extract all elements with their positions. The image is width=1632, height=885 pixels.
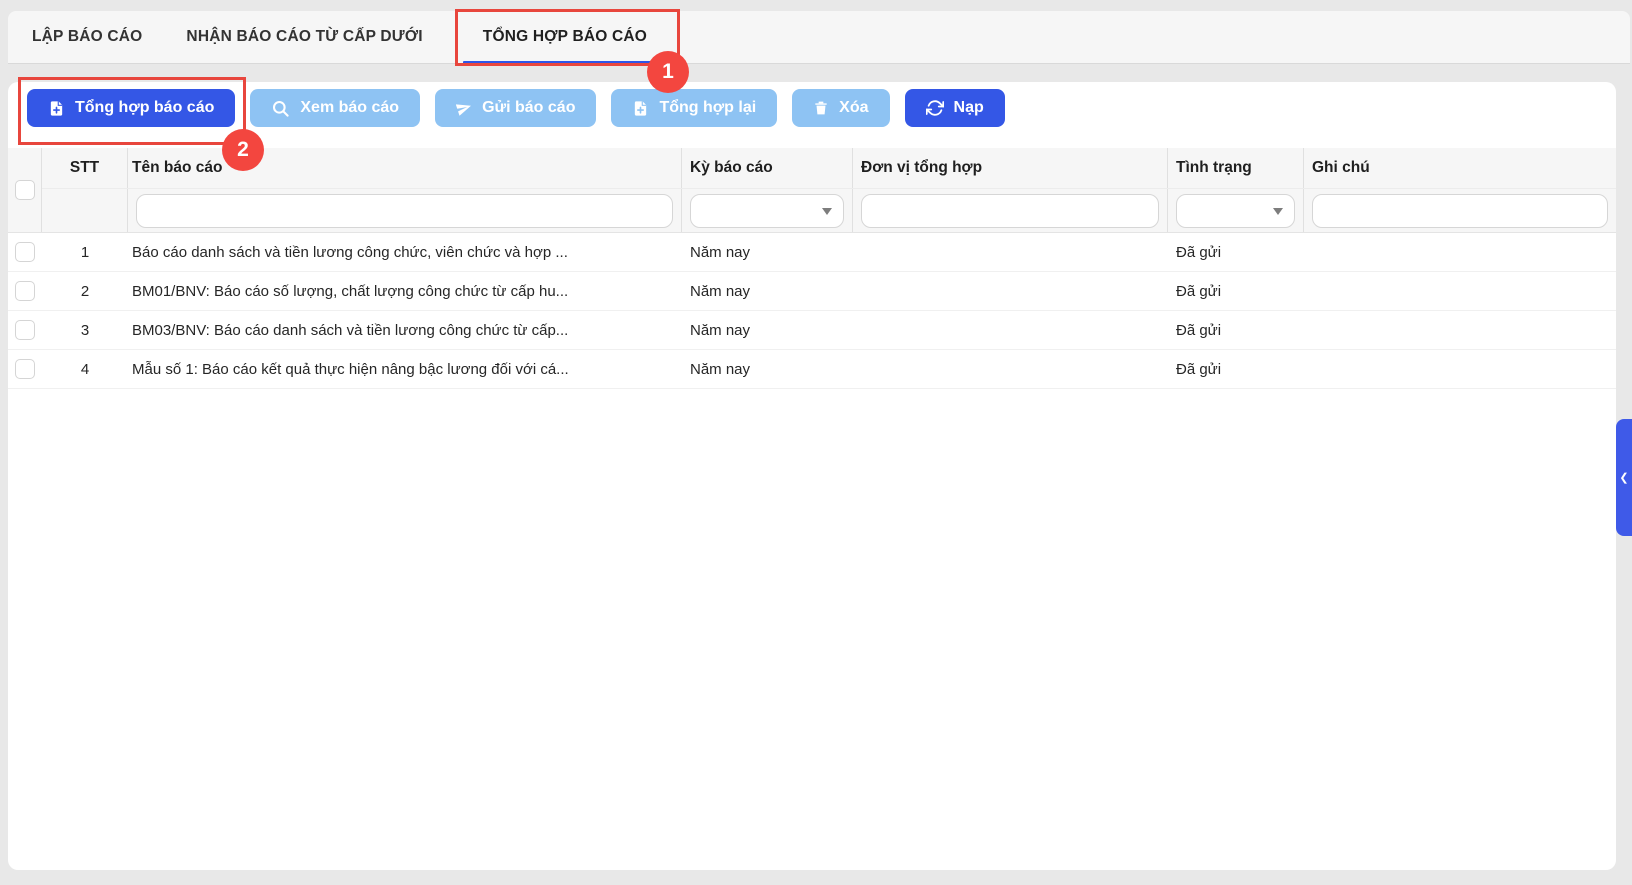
main-panel: Tổng hợp báo cáo Xem báo cáo Gửi báo cáo…: [8, 82, 1616, 870]
xem-bao-cao-button[interactable]: Xem báo cáo: [250, 89, 420, 127]
row-checkbox[interactable]: [15, 242, 35, 262]
note-filter-input[interactable]: [1312, 194, 1608, 228]
side-panel-collapse-handle[interactable]: ❮: [1616, 419, 1632, 536]
filter-cell-stt: [42, 189, 128, 232]
table-row[interactable]: 3 BM03/BNV: Báo cáo danh sách và tiền lư…: [8, 311, 1616, 350]
cell-name: BM03/BNV: Báo cáo danh sách và tiền lươn…: [128, 322, 682, 339]
cell-stt: 2: [42, 283, 128, 300]
button-label: Gửi báo cáo: [482, 99, 575, 117]
nap-button[interactable]: Nạp: [905, 89, 1005, 127]
column-header-stt: STT: [42, 148, 128, 188]
cell-status: Đã gửi: [1168, 244, 1304, 261]
send-icon: [456, 100, 472, 116]
filter-row: [42, 189, 1616, 232]
cell-period: Năm nay: [682, 283, 853, 300]
select-all-checkbox[interactable]: [15, 180, 35, 200]
column-header-status: Tình trạng: [1168, 148, 1304, 188]
file-plus-icon: [632, 100, 649, 117]
button-label: Xem báo cáo: [300, 99, 399, 117]
table-row[interactable]: 2 BM01/BNV: Báo cáo số lượng, chất lượng…: [8, 272, 1616, 311]
trash-icon: [813, 100, 829, 116]
tab-nhan-bao-cao-tu-cap-duoi[interactable]: NHẬN BÁO CÁO TỪ CẤP DƯỚI: [164, 11, 444, 63]
cell-status: Đã gửi: [1168, 283, 1304, 300]
tong-hop-lai-button[interactable]: Tổng hợp lại: [611, 89, 777, 127]
button-label: Xóa: [839, 99, 868, 117]
table-row[interactable]: 1 Báo cáo danh sách và tiền lương công c…: [8, 233, 1616, 272]
cell-status: Đã gửi: [1168, 322, 1304, 339]
column-header-unit: Đơn vị tổng hợp: [853, 148, 1168, 188]
filter-cell-unit: [853, 189, 1168, 232]
toolbar: Tổng hợp báo cáo Xem báo cáo Gửi báo cáo…: [8, 82, 1616, 127]
cell-stt: 4: [42, 361, 128, 378]
tab-bar: LẬP BÁO CÁO NHẬN BÁO CÁO TỪ CẤP DƯỚI TỔN…: [8, 11, 1630, 64]
file-plus-icon: [48, 100, 65, 117]
cell-status: Đã gửi: [1168, 361, 1304, 378]
select-all-cell: [8, 148, 42, 232]
gui-bao-cao-button[interactable]: Gửi báo cáo: [435, 89, 596, 127]
cell-period: Năm nay: [682, 322, 853, 339]
name-filter-input[interactable]: [136, 194, 673, 228]
column-header-name: Tên báo cáo: [128, 148, 682, 188]
filter-cell-period: [682, 189, 853, 232]
report-table: STT Tên báo cáo Kỳ báo cáo Đơn vị tổng h…: [8, 148, 1616, 389]
cell-stt: 3: [42, 322, 128, 339]
chevron-left-icon: ❮: [1619, 471, 1628, 484]
row-checkbox[interactable]: [15, 320, 35, 340]
row-checkbox[interactable]: [15, 281, 35, 301]
tab-tong-hop-bao-cao[interactable]: TỔNG HỢP BÁO CÁO: [461, 11, 669, 63]
search-icon: [271, 99, 290, 118]
cell-stt: 1: [42, 244, 128, 261]
button-label: Tổng hợp lại: [659, 99, 756, 117]
column-header-period: Kỳ báo cáo: [682, 148, 853, 188]
cell-name: Mẫu số 1: Báo cáo kết quả thực hiện nâng…: [128, 361, 682, 378]
filter-cell-status: [1168, 189, 1304, 232]
button-label: Tổng hợp báo cáo: [75, 99, 214, 117]
row-checkbox[interactable]: [15, 359, 35, 379]
column-titles-row: STT Tên báo cáo Kỳ báo cáo Đơn vị tổng h…: [42, 148, 1616, 189]
xoa-button[interactable]: Xóa: [792, 89, 889, 127]
period-filter-dropdown[interactable]: [690, 194, 844, 228]
filter-cell-note: [1304, 189, 1616, 232]
tong-hop-bao-cao-button[interactable]: Tổng hợp báo cáo: [27, 89, 235, 127]
filter-cell-name: [128, 189, 682, 232]
cell-name: BM01/BNV: Báo cáo số lượng, chất lượng c…: [128, 283, 682, 300]
column-header-note: Ghi chú: [1304, 148, 1616, 188]
cell-period: Năm nay: [682, 244, 853, 261]
sync-icon: [926, 99, 944, 117]
unit-filter-input[interactable]: [861, 194, 1159, 228]
button-label: Nạp: [954, 99, 984, 117]
cell-name: Báo cáo danh sách và tiền lương công chứ…: [128, 244, 682, 261]
table-row[interactable]: 4 Mẫu số 1: Báo cáo kết quả thực hiện nâ…: [8, 350, 1616, 389]
status-filter-dropdown[interactable]: [1176, 194, 1295, 228]
tab-lap-bao-cao[interactable]: LẬP BÁO CÁO: [10, 11, 164, 63]
cell-period: Năm nay: [682, 361, 853, 378]
table-header: STT Tên báo cáo Kỳ báo cáo Đơn vị tổng h…: [8, 148, 1616, 233]
